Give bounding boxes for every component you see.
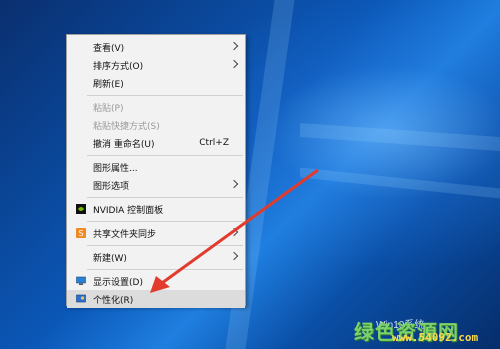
watermark-url: www.54092.com — [392, 331, 479, 344]
annotation-arrow — [150, 168, 319, 293]
annotation-arrow-shaft — [161, 168, 319, 285]
